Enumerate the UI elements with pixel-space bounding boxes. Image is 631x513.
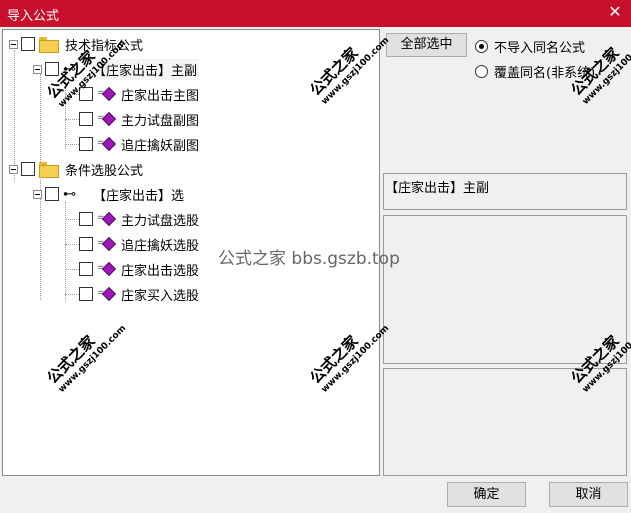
item-label: 主力试盘选股 [121,213,200,229]
formula-icon: = [97,261,117,277]
radio-button[interactable] [475,65,488,78]
item-checkbox[interactable] [79,262,93,276]
item-checkbox[interactable] [79,112,93,126]
subgroup-label: 【庄家出击】选 [93,188,185,204]
key-icon: ⊷ [63,186,76,202]
collapse-icon[interactable] [33,189,42,199]
formula-description-box [383,215,627,364]
tree-item[interactable]: = 主力试盘选股 [79,208,201,230]
selected-formula-box: 【庄家出击】主副 [383,173,627,210]
formula-icon: = [97,286,117,302]
tree-connector [65,219,79,220]
item-label: 追庄擒妖选股 [121,238,200,254]
formula-icon: = [97,236,117,252]
close-icon[interactable]: ✕ [605,2,625,22]
group-label: 条件选股公式 [65,163,144,179]
folder-icon [39,37,59,53]
radio-label: 不导入同名公式 [494,41,586,56]
cancel-button[interactable]: 取消 [549,482,628,507]
formula-icon: = [97,111,117,127]
item-checkbox[interactable] [79,237,93,251]
tree-item[interactable]: = 庄家出击选股 [79,258,201,280]
folder-icon [39,162,59,178]
tree-item[interactable]: = 主力试盘副图 [79,108,201,130]
title-bar: 导入公式 ✕ [0,0,631,27]
radio-button[interactable] [475,40,488,53]
tree-connector [65,269,79,270]
subgroup-checkbox[interactable] [45,187,59,201]
collapse-icon[interactable] [9,164,18,174]
tree-item[interactable]: = 追庄擒妖选股 [79,233,201,255]
group-checkbox[interactable] [21,162,35,176]
item-checkbox[interactable] [79,137,93,151]
center-watermark: 公式之家 bbs.gszb.top [218,249,400,269]
item-label: 追庄擒妖副图 [121,138,200,154]
collapse-icon[interactable] [9,39,18,49]
tree-subgroup[interactable]: ⊷ 【庄家出击】选 [33,183,186,205]
select-all-button[interactable]: 全部选中 [386,33,467,57]
tree-connector [65,244,79,245]
tree-group[interactable]: 条件选股公式 [9,158,145,180]
item-checkbox[interactable] [79,212,93,226]
ok-button[interactable]: 确定 [447,482,526,507]
item-label: 庄家出击选股 [121,263,200,279]
item-label: 庄家买入选股 [121,288,200,304]
selected-formula-name: 【庄家出击】主副 [385,181,490,196]
item-label: 主力试盘副图 [121,113,200,129]
radio-skip-duplicates[interactable]: 不导入同名公式 [475,37,585,56]
tree-connector [65,119,79,120]
tree-item[interactable]: = 庄家出击主图 [79,83,201,105]
tree-item[interactable]: = 庄家买入选股 [79,283,201,305]
tree-connector [65,144,79,145]
formula-icon: = [97,211,117,227]
tree-connector [65,294,79,295]
window-title: 导入公式 [7,9,60,24]
formula-icon: = [97,86,117,102]
item-checkbox[interactable] [79,287,93,301]
formula-icon: = [97,136,117,152]
item-label: 庄家出击主图 [121,88,200,104]
tree-connector [65,202,66,302]
tree-item[interactable]: = 追庄擒妖副图 [79,133,201,155]
collapse-icon[interactable] [33,64,42,74]
group-checkbox[interactable] [21,37,35,51]
